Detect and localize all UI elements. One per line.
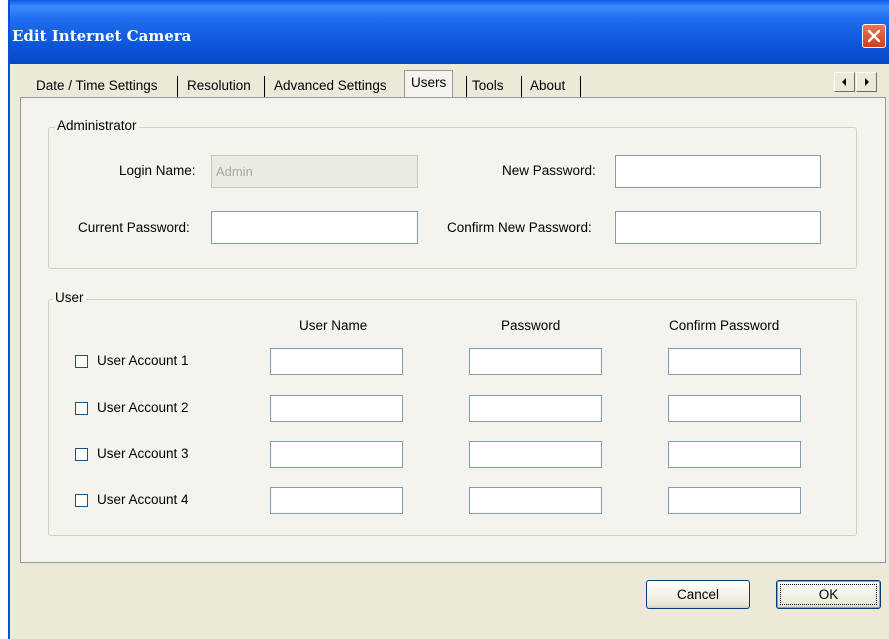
col-header-user-name: User Name: [299, 318, 368, 333]
user-account-3-confirm-password-input[interactable]: [668, 441, 801, 468]
current-password-label: Current Password:: [78, 220, 190, 235]
tab-divider: [177, 76, 178, 98]
dialog-window: Edit Internet Camera Date / Time Setting…: [8, 0, 889, 639]
arrow-left-icon: [842, 78, 846, 86]
confirm-new-password-label: Confirm New Password:: [447, 220, 592, 235]
tab-divider: [580, 76, 581, 98]
user-account-2-password-input[interactable]: [469, 395, 602, 422]
user-account-1-confirm-password-input[interactable]: [668, 348, 801, 375]
user-account-3-checkbox[interactable]: [75, 448, 88, 461]
cancel-button[interactable]: Cancel: [646, 580, 750, 609]
user-account-1-password-input[interactable]: [469, 348, 602, 375]
close-icon: [867, 29, 881, 43]
tab-date-time-settings[interactable]: Date / Time Settings: [36, 74, 158, 98]
user-account-1-checkbox[interactable]: [75, 355, 88, 368]
user-account-4-label: User Account 4: [97, 492, 189, 507]
new-password-input[interactable]: [615, 155, 821, 188]
new-password-label: New Password:: [502, 163, 596, 178]
close-button[interactable]: [862, 24, 886, 48]
user-account-3-user-name-input[interactable]: [270, 441, 403, 468]
tab-users[interactable]: Users: [404, 70, 454, 98]
user-account-1-label: User Account 1: [97, 353, 189, 368]
tab-strip: Date / Time Settings Resolution Advanced…: [10, 70, 889, 98]
window-title: Edit Internet Camera: [12, 27, 192, 45]
user-account-3-password-input[interactable]: [469, 441, 602, 468]
user-account-4-password-input[interactable]: [469, 487, 602, 514]
user-account-2-label: User Account 2: [97, 400, 189, 415]
user-account-2-confirm-password-input[interactable]: [668, 395, 801, 422]
login-name-input: [211, 155, 418, 188]
user-account-2-checkbox[interactable]: [75, 402, 88, 415]
tab-scroll-buttons: [834, 72, 880, 92]
user-account-4-confirm-password-input[interactable]: [668, 487, 801, 514]
administrator-group: Administrator Login Name: Current Passwo…: [48, 118, 857, 269]
tab-divider: [521, 76, 522, 98]
tab-scroll-right-button[interactable]: [856, 72, 877, 92]
administrator-legend: Administrator: [55, 118, 139, 133]
tab-resolution[interactable]: Resolution: [187, 74, 251, 98]
tab-divider: [466, 76, 467, 98]
user-group: User User Name Password Confirm Password…: [48, 290, 857, 536]
tab-tools[interactable]: Tools: [472, 74, 504, 98]
user-account-3-label: User Account 3: [97, 446, 189, 461]
ok-button[interactable]: OK: [776, 580, 881, 609]
arrow-right-icon: [865, 78, 869, 86]
user-account-2-user-name-input[interactable]: [270, 395, 403, 422]
current-password-input[interactable]: [211, 211, 418, 244]
col-header-password: Password: [501, 318, 561, 333]
tab-advanced-settings[interactable]: Advanced Settings: [274, 74, 387, 98]
user-account-1-user-name-input[interactable]: [270, 348, 403, 375]
tab-about[interactable]: About: [530, 74, 565, 98]
login-name-label: Login Name:: [119, 163, 196, 178]
tab-scroll-left-button[interactable]: [834, 72, 855, 92]
user-legend: User: [53, 290, 86, 305]
users-tab-panel: Administrator Login Name: Current Passwo…: [20, 97, 886, 563]
confirm-new-password-input[interactable]: [615, 211, 821, 244]
user-account-4-user-name-input[interactable]: [270, 487, 403, 514]
col-header-confirm-password: Confirm Password: [669, 318, 780, 333]
user-account-4-checkbox[interactable]: [75, 494, 88, 507]
title-bar[interactable]: Edit Internet Camera: [10, 0, 889, 64]
tab-divider: [264, 76, 265, 98]
